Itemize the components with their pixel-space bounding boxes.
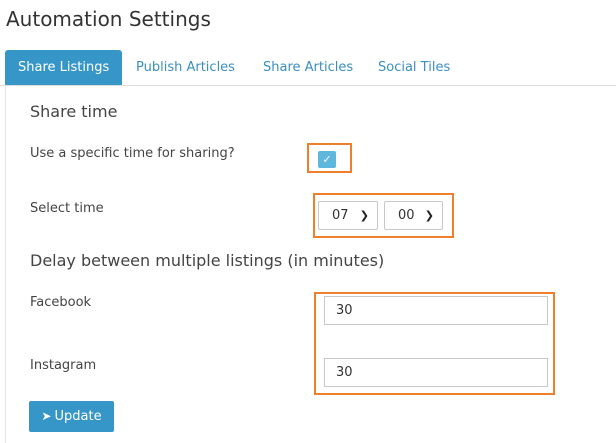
tab-social-tiles[interactable]: Social Tiles [378, 50, 450, 85]
update-button[interactable]: ➤ Update [29, 401, 114, 432]
instagram-label: Instagram [30, 358, 97, 373]
instagram-delay-input[interactable]: 30 [324, 358, 548, 387]
minute-select[interactable]: 00 ❯ [384, 201, 443, 230]
tab-publish-articles[interactable]: Publish Articles [136, 50, 235, 85]
page-title: Automation Settings [6, 7, 211, 31]
paper-plane-icon: ➤ [41, 409, 52, 423]
specific-time-checkbox[interactable]: ✓ [318, 151, 336, 168]
delay-heading: Delay between multiple listings (in minu… [30, 251, 385, 270]
minute-select-value: 00 [398, 208, 415, 223]
specific-time-label: Use a specific time for sharing? [30, 146, 235, 161]
hour-select-value: 07 [332, 208, 349, 223]
chevron-down-icon: ❯ [424, 209, 434, 222]
chevron-down-icon: ❯ [359, 209, 369, 222]
tab-share-listings[interactable]: Share Listings [5, 50, 123, 85]
hour-select[interactable]: 07 ❯ [318, 201, 378, 230]
check-icon: ✓ [322, 153, 332, 166]
facebook-delay-input[interactable]: 30 [324, 296, 548, 325]
tab-share-articles[interactable]: Share Articles [263, 50, 353, 85]
select-time-label: Select time [30, 201, 104, 216]
share-time-heading: Share time [30, 102, 118, 121]
update-button-label: Update [54, 409, 102, 424]
tab-bar: Share Listings Publish Articles Share Ar… [0, 50, 616, 86]
facebook-label: Facebook [30, 295, 92, 310]
